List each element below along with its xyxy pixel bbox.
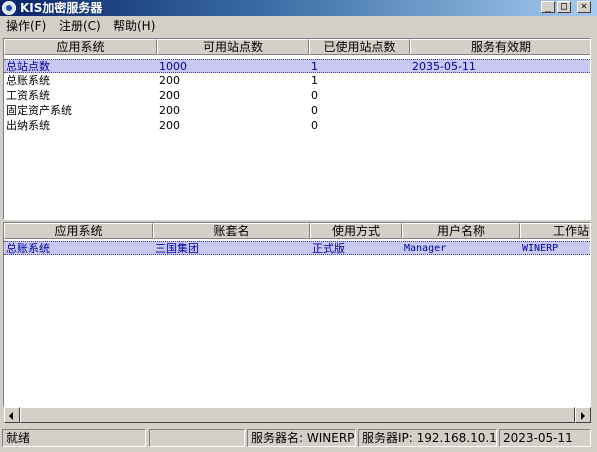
users-list[interactable]: 应用系统 账套名 使用方式 用户名称 工作站名 总账系统 三国集团 正式版 Ma… <box>3 222 591 407</box>
status-server-name: 服务器名: WINERP <box>247 429 356 447</box>
status-empty <box>149 429 245 447</box>
cell-workstation: WINERP <box>522 243 559 254</box>
column-header-app-system[interactable]: 应用系统 <box>4 223 153 239</box>
menu-bar: 操作(F) 注册(C) 帮助(H) <box>0 17 597 35</box>
arrow-left-icon <box>9 412 13 420</box>
horizontal-scrollbar[interactable] <box>4 407 591 423</box>
close-button[interactable]: × <box>577 1 591 13</box>
column-header-account-set[interactable]: 账套名 <box>153 223 310 239</box>
cell-used-sites: 1 <box>311 74 318 87</box>
app-icon <box>2 1 16 15</box>
cell-app-system: 出纳系统 <box>6 119 50 132</box>
menu-help[interactable]: 帮助(H) <box>113 18 155 34</box>
minimize-button[interactable]: _ <box>541 1 555 13</box>
table-row[interactable]: 固定资产系统 200 0 <box>4 104 590 118</box>
arrow-right-icon <box>581 412 585 420</box>
cell-valid-until: 2035-05-11 <box>412 60 476 73</box>
scroll-right-button[interactable] <box>575 407 591 423</box>
cell-user-name: Manager <box>404 243 447 254</box>
cell-used-sites: 1 <box>311 60 318 73</box>
menu-operate[interactable]: 操作(F) <box>6 18 46 34</box>
cell-app-system: 固定资产系统 <box>6 104 72 117</box>
column-header-user-name[interactable]: 用户名称 <box>402 223 520 239</box>
cell-app-system: 总账系统 <box>6 242 50 255</box>
cell-used-sites: 0 <box>311 119 318 132</box>
column-header-available-sites[interactable]: 可用站点数 <box>157 39 309 55</box>
maximize-button[interactable]: □ <box>557 1 571 13</box>
table-row[interactable]: 工资系统 200 0 <box>4 89 590 103</box>
table-row[interactable]: 总账系统 200 1 <box>4 74 590 88</box>
cell-app-system: 总账系统 <box>6 74 50 87</box>
column-header-app-system[interactable]: 应用系统 <box>4 39 157 55</box>
window-title: KIS加密服务器 <box>20 1 103 15</box>
column-header-usage-mode[interactable]: 使用方式 <box>310 223 402 239</box>
scroll-thumb[interactable] <box>20 407 575 423</box>
menu-register[interactable]: 注册(C) <box>59 18 101 34</box>
cell-available-sites: 200 <box>159 119 180 132</box>
cell-account-set: 三国集团 <box>155 242 199 255</box>
status-ready: 就绪 <box>2 429 146 447</box>
column-header-valid-until[interactable]: 服务有效期 <box>410 39 590 55</box>
table-row[interactable]: 出纳系统 200 0 <box>4 119 590 133</box>
column-header-used-sites[interactable]: 已使用站点数 <box>309 39 410 55</box>
cell-available-sites: 200 <box>159 104 180 117</box>
status-server-ip: 服务器IP: 192.168.10.100 <box>358 429 497 447</box>
table-row[interactable]: 总账系统 三国集团 正式版 Manager WINERP <box>4 241 590 255</box>
status-date: 2023-05-11 <box>499 429 591 447</box>
cell-used-sites: 0 <box>311 89 318 102</box>
scroll-left-button[interactable] <box>4 407 20 423</box>
title-bar[interactable]: KIS加密服务器 _ □ × <box>0 0 597 16</box>
column-header-workstation[interactable]: 工作站名 <box>520 223 590 239</box>
sites-list[interactable]: 应用系统 可用站点数 已使用站点数 服务有效期 总站点数 1000 1 2035… <box>3 38 591 220</box>
cell-usage-mode: 正式版 <box>312 242 345 255</box>
cell-available-sites: 200 <box>159 89 180 102</box>
cell-app-system: 工资系统 <box>6 89 50 102</box>
cell-app-system: 总站点数 <box>6 60 50 73</box>
cell-available-sites: 1000 <box>159 60 187 73</box>
cell-used-sites: 0 <box>311 104 318 117</box>
cell-available-sites: 200 <box>159 74 180 87</box>
table-row[interactable]: 总站点数 1000 1 2035-05-11 <box>4 59 590 73</box>
